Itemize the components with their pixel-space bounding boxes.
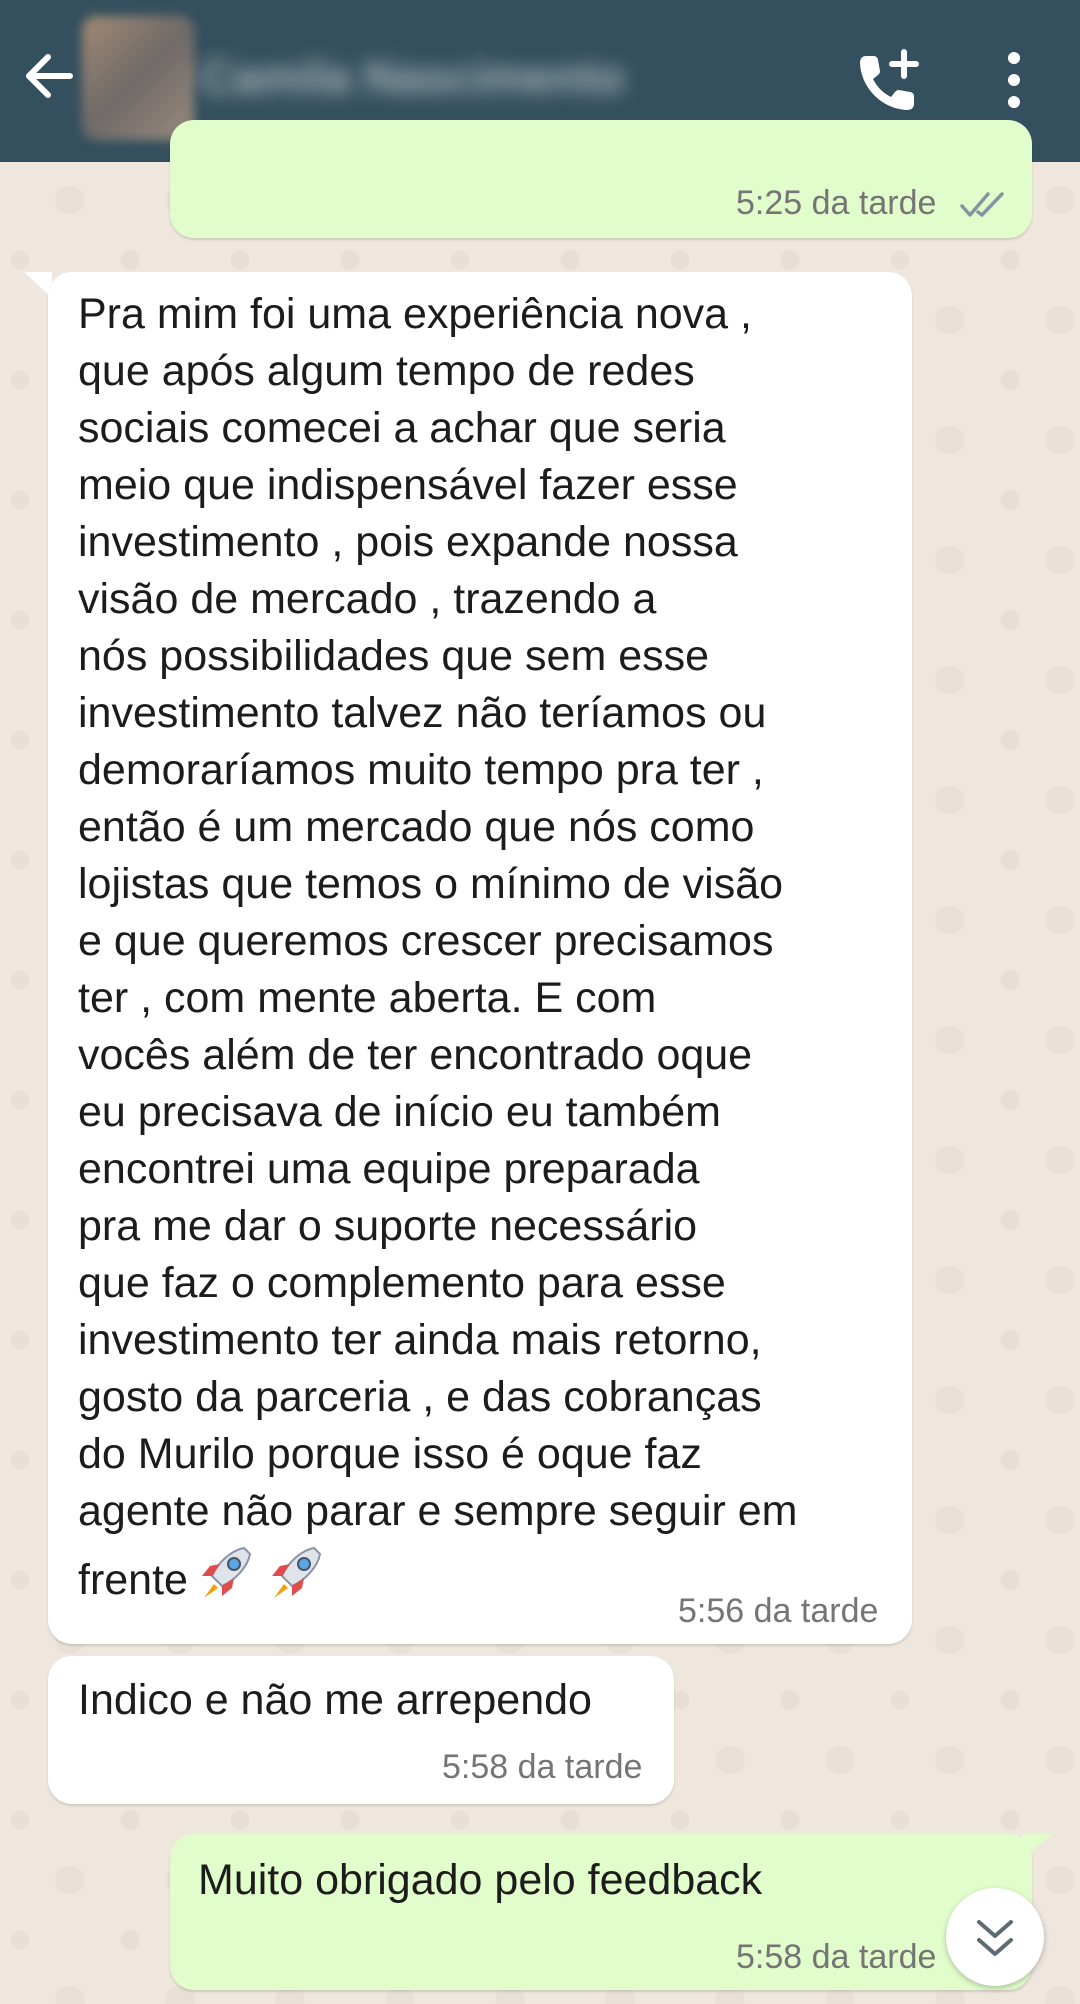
add-call-button[interactable] <box>852 46 924 118</box>
message-outgoing-1[interactable]: 5:25 da tarde <box>170 120 1032 238</box>
more-options-button[interactable] <box>996 46 1032 118</box>
back-button[interactable] <box>18 44 82 108</box>
message-time: 5:56 da tarde <box>678 1592 879 1630</box>
contact-avatar[interactable] <box>82 16 194 140</box>
rocket-emoji-icon <box>201 1546 252 1598</box>
message-text: Muito obrigado pelo feedback <box>198 1856 763 1904</box>
double-check-icon <box>960 192 1004 217</box>
message-text: Indico e não me arrependo <box>78 1676 592 1724</box>
scroll-down-icon <box>977 1920 1013 1956</box>
contact-name[interactable]: Camila Nascimento <box>200 50 740 110</box>
message-outgoing-2[interactable]: Muito obrigado pelo feedback 5:58 da tar… <box>170 1834 1032 1990</box>
message-time: 5:25 da tarde <box>736 184 937 222</box>
message-time: 5:58 da tarde <box>736 1938 937 1976</box>
back-arrow-icon <box>26 54 73 98</box>
message-time: 5:58 da tarde <box>442 1748 643 1786</box>
rocket-emoji-icon <box>271 1546 322 1598</box>
message-incoming-2[interactable]: Indico e não me arrependo 5:58 da tarde <box>48 1656 674 1804</box>
more-options-icon <box>1008 52 1020 108</box>
scroll-to-bottom-button[interactable] <box>946 1888 1044 1986</box>
add-call-icon <box>860 49 919 110</box>
message-text: Pra mim foi uma experiência nova , que a… <box>78 290 798 1604</box>
message-incoming-1[interactable]: Pra mim foi uma experiência nova , que a… <box>48 272 912 1644</box>
